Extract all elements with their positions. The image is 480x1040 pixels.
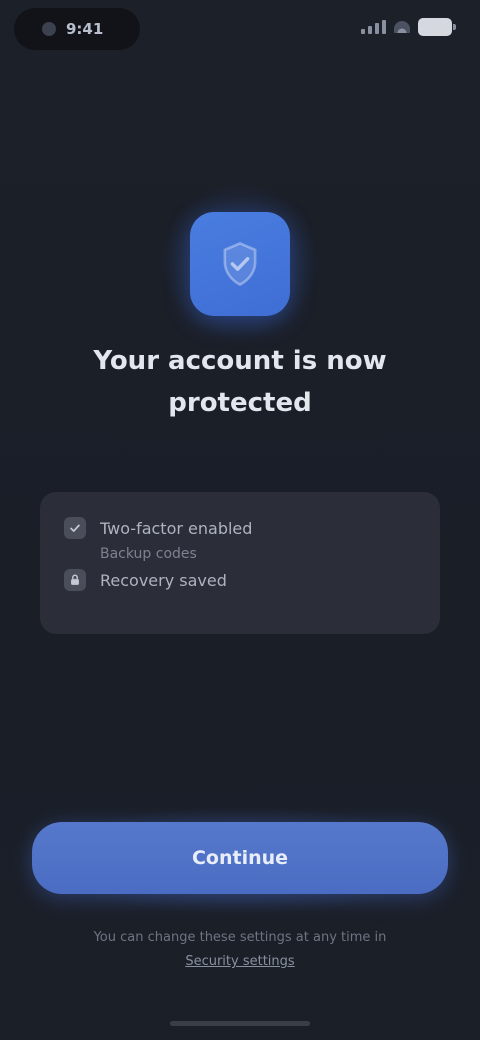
- info-row-label: Two-factor enabled: [100, 518, 253, 538]
- info-card: Two-factor enabled Backup codes Recovery…: [40, 492, 440, 634]
- page-title: Your account is now protected: [93, 346, 387, 418]
- status-bar: 9:41: [0, 0, 480, 60]
- continue-button[interactable]: Continue: [32, 822, 448, 894]
- status-time: 9:41: [66, 20, 104, 38]
- footer-note: You can change these settings at any tim…: [48, 926, 432, 974]
- dynamic-island: 9:41: [14, 8, 140, 50]
- footer-text: You can change these settings at any tim…: [93, 930, 387, 945]
- info-sub-label: Backup codes: [100, 546, 197, 562]
- home-indicator[interactable]: [170, 1021, 310, 1026]
- info-row-two-factor: Two-factor enabled: [64, 510, 416, 546]
- camera-dot-icon: [42, 22, 56, 36]
- shield-check-icon: [190, 212, 290, 316]
- screen: 9:41 Your account is now protected Two-f…: [0, 0, 480, 1040]
- info-row-label: Recovery saved: [100, 570, 227, 590]
- info-row-recovery: Recovery saved: [64, 562, 416, 598]
- check-icon: [64, 517, 86, 539]
- battery-icon: [418, 18, 456, 36]
- lock-icon: [64, 569, 86, 591]
- signal-icon: [361, 20, 386, 34]
- security-settings-link[interactable]: Security settings: [185, 954, 294, 969]
- status-indicators: [361, 18, 456, 36]
- wifi-icon: [394, 21, 410, 33]
